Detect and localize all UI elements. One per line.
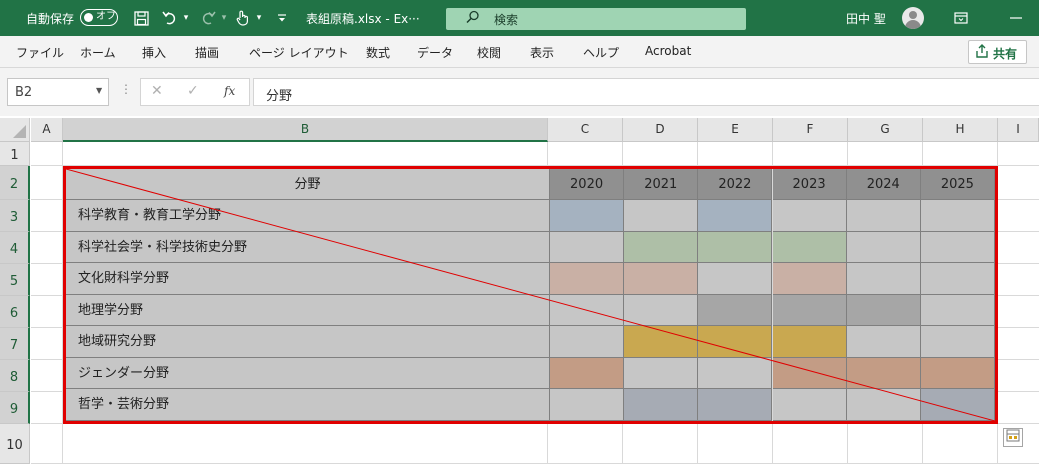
formula-bar: B2 ▼ ⋮ ✕ ✓ fx 分野: [0, 68, 1039, 116]
row-header-2[interactable]: 2: [0, 166, 30, 200]
diagonal-stroke: [66, 169, 995, 421]
tab-draw[interactable]: 描画: [195, 44, 219, 61]
tab-formulas[interactable]: 数式: [366, 44, 390, 61]
search-icon: [466, 10, 480, 28]
tab-page-layout[interactable]: ページ レイアウト: [249, 44, 349, 61]
row-header-10[interactable]: 10: [0, 424, 30, 464]
tab-review[interactable]: 校閲: [477, 44, 501, 61]
column-header-f[interactable]: F: [773, 118, 848, 142]
select-all-icon: [13, 125, 26, 138]
name-box-value: B2: [15, 85, 33, 100]
avatar-body: [905, 20, 921, 29]
select-all-button[interactable]: [0, 118, 30, 142]
column-header-e[interactable]: E: [698, 118, 773, 142]
row-header-4[interactable]: 4: [0, 232, 30, 264]
column-header-i[interactable]: I: [998, 118, 1039, 142]
cancel-icon[interactable]: ✕: [151, 83, 163, 99]
save-icon[interactable]: [132, 8, 150, 28]
redo-icon[interactable]: [198, 8, 218, 28]
share-label: 共有: [993, 47, 1018, 61]
search-box[interactable]: 検索: [446, 8, 746, 30]
row-header-7[interactable]: 7: [0, 328, 30, 360]
formula-buttons: ✕ ✓ fx: [140, 78, 250, 106]
tab-acrobat[interactable]: Acrobat: [645, 44, 691, 58]
row-header-5[interactable]: 5: [0, 264, 30, 296]
insert-function-button[interactable]: fx: [224, 84, 235, 98]
quick-analysis-icon[interactable]: [1003, 428, 1023, 447]
share-icon: [976, 44, 988, 62]
title-bar: 自動保存 オフ ▾ ▾ ▾ 表組原稿.xlsx - Ex··· 検索 田中 聖: [0, 0, 1039, 36]
toggle-knob: [84, 13, 93, 22]
tab-home[interactable]: ホーム: [80, 44, 116, 61]
data-table: 分野 2020 2021 2022 2023 2024 2025 科学教育・教育工学分野 科学…: [63, 166, 998, 424]
touch-dropdown-icon[interactable]: ▾: [254, 8, 264, 28]
user-name[interactable]: 田中 聖: [846, 10, 886, 27]
ribbon-display-options-icon[interactable]: [952, 8, 970, 28]
share-button[interactable]: 共有: [968, 40, 1027, 64]
tab-file[interactable]: ファイル: [16, 44, 64, 61]
row-header-1[interactable]: 1: [0, 142, 30, 166]
file-name: 表組原稿.xlsx - Ex···: [306, 12, 420, 26]
search-placeholder: 検索: [494, 13, 519, 27]
tab-data[interactable]: データ: [417, 44, 453, 61]
redo-dropdown-icon[interactable]: ▾: [219, 8, 229, 28]
row-header-8[interactable]: 8: [0, 360, 30, 392]
avatar[interactable]: [902, 7, 924, 29]
column-header-g[interactable]: G: [848, 118, 923, 142]
name-box[interactable]: B2 ▼: [7, 78, 109, 106]
undo-icon[interactable]: [160, 8, 180, 28]
touch-mode-icon[interactable]: [234, 8, 250, 28]
column-header-c[interactable]: C: [548, 118, 623, 142]
column-header-b[interactable]: B: [63, 118, 548, 142]
autosave-state: オフ: [96, 11, 116, 22]
autosave-label: 自動保存: [26, 12, 75, 26]
name-box-dropdown-icon[interactable]: ▼: [96, 86, 102, 95]
formula-bar-resize-handle[interactable]: ⋮: [120, 82, 132, 96]
formula-input[interactable]: 分野: [253, 78, 1039, 106]
row-header-9[interactable]: 9: [0, 392, 30, 424]
ribbon-tabs: ファイル ホーム 挿入 描画 ページ レイアウト 数式 データ 校閲 表示 ヘル…: [0, 36, 1039, 68]
column-header-d[interactable]: D: [623, 118, 698, 142]
avatar-head: [909, 11, 917, 19]
minimize-icon[interactable]: [1008, 8, 1024, 28]
formula-value: 分野: [266, 89, 293, 104]
tab-insert[interactable]: 挿入: [142, 44, 166, 61]
enter-icon[interactable]: ✓: [187, 83, 199, 99]
customize-qat-icon[interactable]: [276, 8, 288, 28]
column-header-a[interactable]: A: [31, 118, 63, 142]
row-header-6[interactable]: 6: [0, 296, 30, 328]
row-header-3[interactable]: 3: [0, 200, 30, 232]
undo-dropdown-icon[interactable]: ▾: [181, 8, 191, 28]
tab-help[interactable]: ヘルプ: [583, 44, 619, 61]
diagonal-line[interactable]: [66, 169, 995, 421]
autosave-toggle[interactable]: オフ: [80, 9, 118, 26]
column-header-h[interactable]: H: [923, 118, 998, 142]
tab-view[interactable]: 表示: [530, 44, 554, 61]
